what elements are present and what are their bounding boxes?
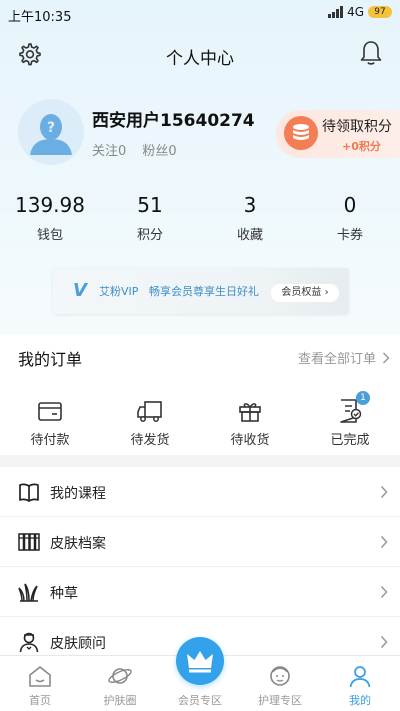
stat-points[interactable]: 51 积分 — [100, 190, 200, 250]
status-bar: 上午10:35 4G 97 — [0, 0, 400, 28]
stat-label: 钱包 — [36, 228, 63, 243]
view-all-orders-label: 查看全部订单 — [297, 352, 376, 367]
tab-label: 护理专区 — [258, 694, 302, 707]
grass-icon — [18, 583, 38, 602]
chevron-right-icon — [380, 635, 388, 649]
follow-stats: 关注0 粉丝0 — [92, 140, 177, 159]
member-benefits-button[interactable]: 会员权益 › — [271, 284, 339, 302]
tab-label: 护肤圈 — [103, 694, 137, 707]
notification-bell-icon[interactable] — [358, 39, 384, 67]
menu-item-label: 我的课程 — [50, 486, 106, 502]
order-completed[interactable]: 1 已完成 — [315, 391, 385, 448]
username[interactable]: 西安用户15640274 — [92, 106, 255, 131]
view-all-orders-link[interactable]: 查看全部订单 — [298, 348, 390, 367]
order-count-badge: 1 — [356, 391, 370, 405]
order-label: 已完成 — [330, 433, 370, 448]
truck-icon — [137, 401, 162, 422]
coin-stack-icon — [284, 116, 318, 150]
status-indicators: 4G 97 — [328, 5, 392, 19]
order-pending-payment[interactable]: 待付款 — [15, 397, 85, 448]
planet-icon — [108, 668, 132, 684]
stats-row: 139.98 钱包 51 积分 3 收藏 0 卡券 — [0, 190, 400, 250]
tab-skincare-circle[interactable]: 护肤圈 — [80, 656, 160, 711]
tab-care-zone[interactable]: 护理专区 — [240, 656, 320, 711]
order-label: 待付款 — [30, 433, 70, 448]
tab-mine[interactable]: 我的 — [320, 656, 400, 711]
default-avatar-icon: ? — [30, 114, 72, 155]
pending-points-title: 待领取积分 — [322, 119, 392, 135]
profile-section: ? 西安用户15640274 关注0 粉丝0 待领取积分 +0积分 — [0, 96, 400, 176]
vip-logo: V — [73, 280, 87, 301]
avatar[interactable]: ? — [18, 99, 84, 165]
signal-icon — [328, 6, 344, 18]
order-label: 待收货 — [230, 433, 270, 448]
tab-label: 会员专区 — [178, 694, 222, 707]
chevron-right-icon — [380, 485, 388, 499]
network-type: 4G — [347, 5, 364, 19]
vip-slogan: 畅享会员尊享生日好礼 — [149, 285, 259, 298]
followers-count[interactable]: 粉丝0 — [142, 144, 176, 159]
stat-value: 139.98 — [15, 193, 85, 217]
menu-item-seeding[interactable]: 种草 — [0, 567, 400, 617]
menu-item-label: 皮肤顾问 — [50, 636, 106, 652]
chevron-right-icon — [380, 585, 388, 599]
orders-title: 我的订单 — [18, 350, 83, 369]
svg-text:?: ? — [47, 120, 55, 136]
done-doc-icon: 1 — [336, 391, 370, 425]
crown-icon — [187, 651, 213, 673]
menu-item-label: 种草 — [50, 586, 78, 602]
menu-item-skin-profile[interactable]: 皮肤档案 — [0, 517, 400, 567]
face-care-icon — [270, 666, 290, 686]
chevron-right-icon — [382, 351, 390, 364]
consultant-icon — [19, 632, 39, 653]
pending-points-amount: +0积分 — [342, 140, 381, 153]
member-zone-center-button[interactable] — [176, 637, 224, 685]
order-label: 待发货 — [130, 433, 170, 448]
chevron-right-icon — [380, 535, 388, 549]
status-time: 上午10:35 — [8, 10, 72, 25]
home-icon — [29, 666, 51, 687]
orders-section: 我的订单 查看全部订单 待付款 待发货 待收货 1 已完成 — [0, 335, 400, 455]
battery-icon: 97 — [368, 6, 392, 18]
following-count[interactable]: 关注0 — [92, 144, 126, 159]
stat-label: 积分 — [136, 228, 163, 243]
wallet-icon — [38, 402, 62, 421]
tab-home[interactable]: 首页 — [0, 656, 80, 711]
top-bar: 个人中心 — [0, 36, 400, 72]
stat-value: 51 — [137, 193, 163, 217]
stat-label: 收藏 — [236, 228, 263, 243]
stat-value: 0 — [343, 193, 357, 217]
order-pending-receipt[interactable]: 待收货 — [215, 397, 285, 448]
order-pending-shipment[interactable]: 待发货 — [115, 397, 185, 448]
stat-favorites[interactable]: 3 收藏 — [200, 190, 300, 250]
stat-label: 卡券 — [336, 228, 363, 243]
stat-value: 3 — [243, 193, 257, 217]
gift-box-icon — [239, 403, 261, 422]
page-title: 个人中心 — [166, 49, 234, 69]
stat-wallet[interactable]: 139.98 钱包 — [0, 190, 100, 250]
pending-points-card[interactable]: 待领取积分 +0积分 — [276, 110, 400, 158]
book-icon — [19, 483, 39, 502]
section-divider — [0, 455, 400, 467]
files-icon — [18, 533, 40, 551]
person-icon — [349, 666, 371, 688]
stat-coupons[interactable]: 0 卡券 — [300, 190, 400, 250]
menu-item-label: 皮肤档案 — [50, 536, 106, 552]
vip-brand: 艾粉VIP — [99, 285, 139, 298]
tab-label: 首页 — [29, 694, 51, 707]
menu-item-my-courses[interactable]: 我的课程 — [0, 467, 400, 517]
tab-label: 我的 — [349, 694, 371, 707]
vip-banner[interactable]: V 艾粉VIP 畅享会员尊享生日好礼 会员权益 › — [53, 268, 349, 314]
